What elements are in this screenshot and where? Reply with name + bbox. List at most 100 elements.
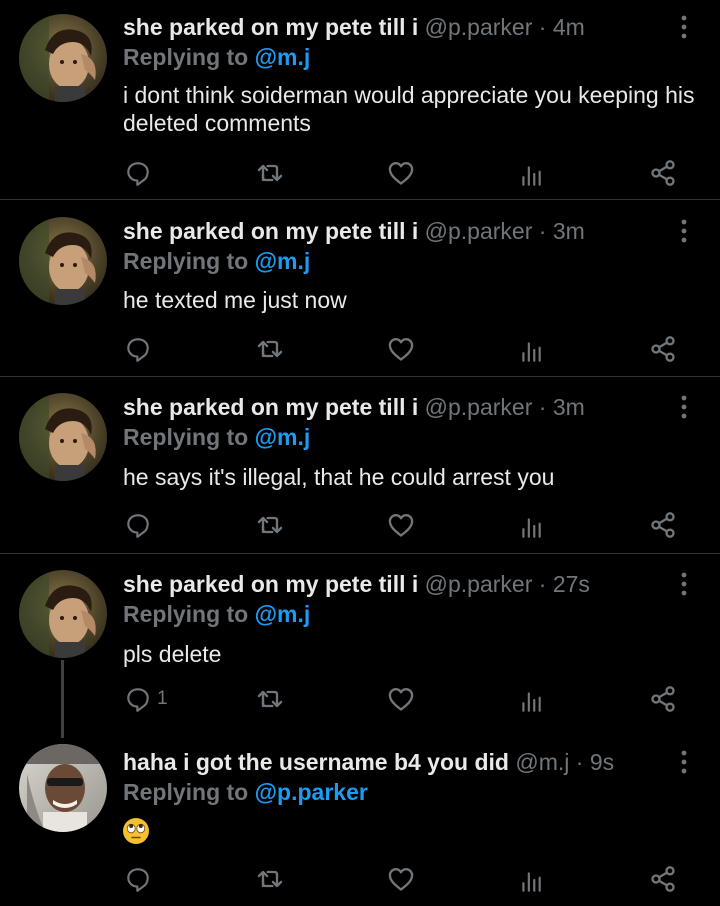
reply-button[interactable] <box>125 864 151 894</box>
mention-link[interactable]: @m.j <box>255 424 311 450</box>
more-vertical-icon[interactable] <box>674 748 694 776</box>
mention-link[interactable]: @m.j <box>255 44 311 70</box>
like-button[interactable] <box>387 864 415 894</box>
display-name[interactable]: she parked on my pete till i <box>123 14 418 40</box>
separator: · <box>538 218 547 244</box>
separator: · <box>538 394 547 420</box>
like-button[interactable] <box>387 158 415 188</box>
views-button[interactable] <box>518 160 544 190</box>
retweet-button[interactable] <box>256 684 284 714</box>
reply-button[interactable] <box>125 334 151 364</box>
retweet-button[interactable] <box>256 510 284 540</box>
heart-icon <box>388 868 414 891</box>
views-chart-icon <box>522 342 541 362</box>
more-vertical-icon[interactable] <box>674 393 694 421</box>
heart-icon <box>388 162 414 185</box>
share-button[interactable] <box>649 510 677 540</box>
username[interactable]: @p.parker <box>425 14 533 40</box>
replying-to-label: Replying to <box>123 424 249 450</box>
reply-button[interactable]: 1 <box>125 684 168 714</box>
thread-connector <box>61 660 64 738</box>
share-icon <box>651 686 675 712</box>
retweet-icon <box>257 516 283 534</box>
like-button[interactable] <box>387 334 415 364</box>
tweet-header: she parked on my pete till i @p.parker ·… <box>123 569 660 599</box>
views-button[interactable] <box>518 866 544 896</box>
views-button[interactable] <box>518 336 544 366</box>
retweet-icon <box>257 340 283 358</box>
more-vertical-icon[interactable] <box>674 13 694 41</box>
views-chart-icon <box>522 692 541 712</box>
heart-icon <box>388 688 414 711</box>
replying-to-label: Replying to <box>123 601 249 627</box>
display-name[interactable]: she parked on my pete till i <box>123 394 418 420</box>
tweet-header: she parked on my pete till i @p.parker ·… <box>123 12 660 42</box>
tweet[interactable]: she parked on my pete till i @p.parker ·… <box>0 377 720 552</box>
more-vertical-icon[interactable] <box>674 217 694 245</box>
username[interactable]: @p.parker <box>425 394 533 420</box>
timestamp[interactable]: 3m <box>553 218 585 244</box>
share-button[interactable] <box>649 158 677 188</box>
share-button[interactable] <box>649 334 677 364</box>
tweet-header: haha i got the username b4 you did @m.j … <box>123 747 660 777</box>
username[interactable]: @m.j <box>515 749 569 775</box>
timestamp[interactable]: 9s <box>590 749 614 775</box>
reply-button[interactable] <box>125 510 151 540</box>
more-vertical-icon[interactable] <box>674 570 694 598</box>
timestamp[interactable]: 3m <box>553 394 585 420</box>
tweet[interactable]: she parked on my pete till i @p.parker ·… <box>0 554 720 738</box>
retweet-button[interactable] <box>256 158 284 188</box>
separator: · <box>538 571 547 597</box>
retweet-icon <box>257 690 283 708</box>
share-button[interactable] <box>649 864 677 894</box>
separator: · <box>575 749 584 775</box>
share-icon <box>651 512 675 538</box>
display-name[interactable]: she parked on my pete till i <box>123 571 418 597</box>
tweet-text: pls delete <box>123 641 222 667</box>
heart-icon <box>388 514 414 537</box>
views-button[interactable] <box>518 686 544 716</box>
share-button[interactable] <box>649 684 677 714</box>
avatar[interactable] <box>19 744 107 832</box>
tweet[interactable]: she parked on my pete till i @p.parker ·… <box>0 200 720 375</box>
timestamp[interactable]: 27s <box>553 571 590 597</box>
tweet-text: he says it's illegal, that he could arre… <box>123 464 555 490</box>
reply-button[interactable] <box>125 158 151 188</box>
username[interactable]: @p.parker <box>425 571 533 597</box>
tweet-text: i dont think soiderman would appreciate … <box>123 82 695 136</box>
reply-icon <box>127 868 149 892</box>
views-chart-icon <box>522 166 541 186</box>
reply-icon <box>127 162 149 186</box>
reply-count: 1 <box>157 688 168 709</box>
replying-to-label: Replying to <box>123 779 249 805</box>
views-chart-icon <box>522 872 541 892</box>
replying-to-label: Replying to <box>123 248 249 274</box>
replying-to: Replying to @m.j <box>123 42 310 72</box>
display-name[interactable]: haha i got the username b4 you did <box>123 749 509 775</box>
like-button[interactable] <box>387 684 415 714</box>
replying-to-label: Replying to <box>123 44 249 70</box>
avatar[interactable] <box>19 14 107 102</box>
mention-link[interactable]: @m.j <box>255 601 311 627</box>
replying-to: Replying to @m.j <box>123 246 310 276</box>
avatar[interactable] <box>19 570 107 658</box>
retweet-button[interactable] <box>256 864 284 894</box>
avatar[interactable] <box>19 217 107 305</box>
tweet-header: she parked on my pete till i @p.parker ·… <box>123 392 660 422</box>
tweet-header: she parked on my pete till i @p.parker ·… <box>123 216 660 246</box>
like-button[interactable] <box>387 510 415 540</box>
tweet[interactable]: haha i got the username b4 you did @m.j … <box>0 734 720 906</box>
retweet-button[interactable] <box>256 334 284 364</box>
tweet[interactable]: she parked on my pete till i @p.parker ·… <box>0 0 720 198</box>
share-icon <box>651 336 675 362</box>
mention-link[interactable]: @m.j <box>255 248 311 274</box>
replying-to: Replying to @p.parker <box>123 777 368 807</box>
display-name[interactable]: she parked on my pete till i <box>123 218 418 244</box>
tweet-text: he texted me just now <box>123 287 347 313</box>
username[interactable]: @p.parker <box>425 218 533 244</box>
timestamp[interactable]: 4m <box>553 14 585 40</box>
avatar[interactable] <box>19 393 107 481</box>
views-button[interactable] <box>518 512 544 542</box>
mention-link[interactable]: @p.parker <box>255 779 368 805</box>
reply-icon <box>127 688 149 712</box>
